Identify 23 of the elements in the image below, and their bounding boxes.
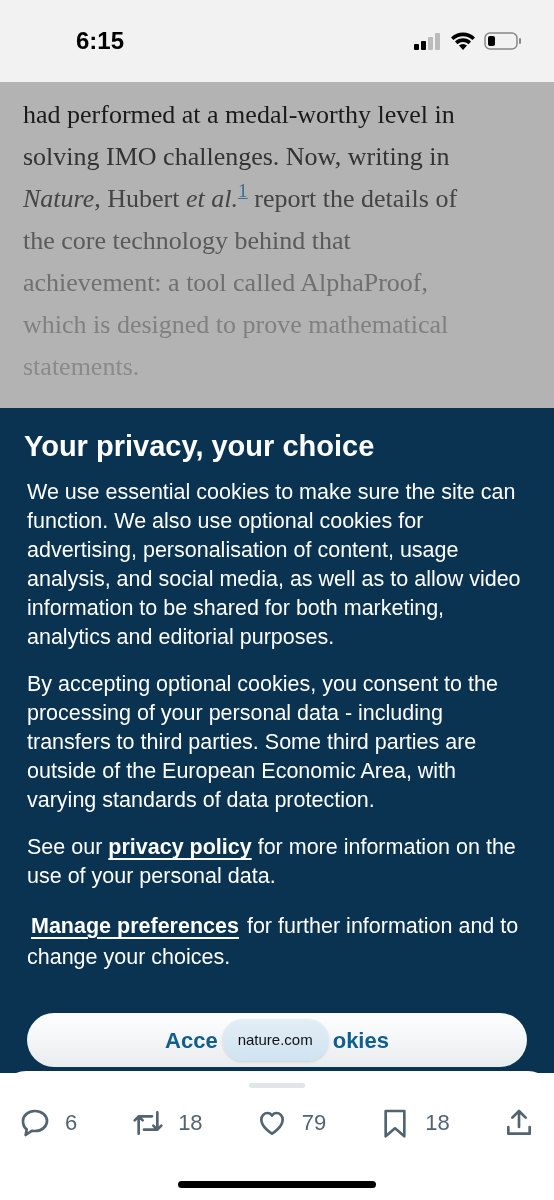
- banner-paragraph: See our privacy policy for more information on the use of your personal data.: [27, 834, 517, 890]
- status-time: 6:15: [76, 26, 125, 56]
- banner-paragraph: By accepting optional cookies, you consent to the processing of your personal data - including transfers to third parties. Some third parties are outside of the European Economic Area, with varying standards of data protection.: [27, 671, 499, 814]
- action-button[interactable]: 6: [19, 1106, 79, 1139]
- privacy-policy-link[interactable]: privacy policy: [108, 835, 252, 859]
- article-line: Nature, Hubert et al.$^{1}$ report the details of: [23, 179, 459, 215]
- manage-preferences-link[interactable]: Manage preferences: [31, 914, 239, 938]
- sheet-handle[interactable]: [249, 1083, 305, 1088]
- signal-icon: [414, 31, 442, 51]
- battery-icon: [484, 31, 522, 51]
- url-pill[interactable]: nature.com: [221, 1019, 329, 1061]
- article-line: achievement: a tool called AlphaProof,: [23, 267, 430, 299]
- banner-paragraph: We use essential cookies to make sure the site can function. We also use optional cookies for advertising, personalisation of content, usage analysis, and social media, as well as to allow video information to be shared for both marketing, analytics and editorial purposes.: [27, 479, 522, 651]
- banner-title: Your privacy, your choice: [24, 429, 376, 464]
- action-button[interactable]: 79: [255, 1106, 327, 1139]
- wifi-icon: [450, 31, 476, 51]
- accept-cookies-button[interactable]: Acce nature.com okies: [27, 1013, 527, 1067]
- banner-paragraph: Manage preferences for further information and to change your choices.: [27, 913, 520, 971]
- article-line: had performed at a medal-worthy level in: [23, 99, 456, 131]
- article-line: the core technology behind that: [23, 225, 352, 257]
- action-button[interactable]: 18: [379, 1106, 450, 1139]
- article-line: solving IMO challenges. Now, writing in: [23, 141, 451, 173]
- action-button[interactable]: 18: [132, 1106, 203, 1139]
